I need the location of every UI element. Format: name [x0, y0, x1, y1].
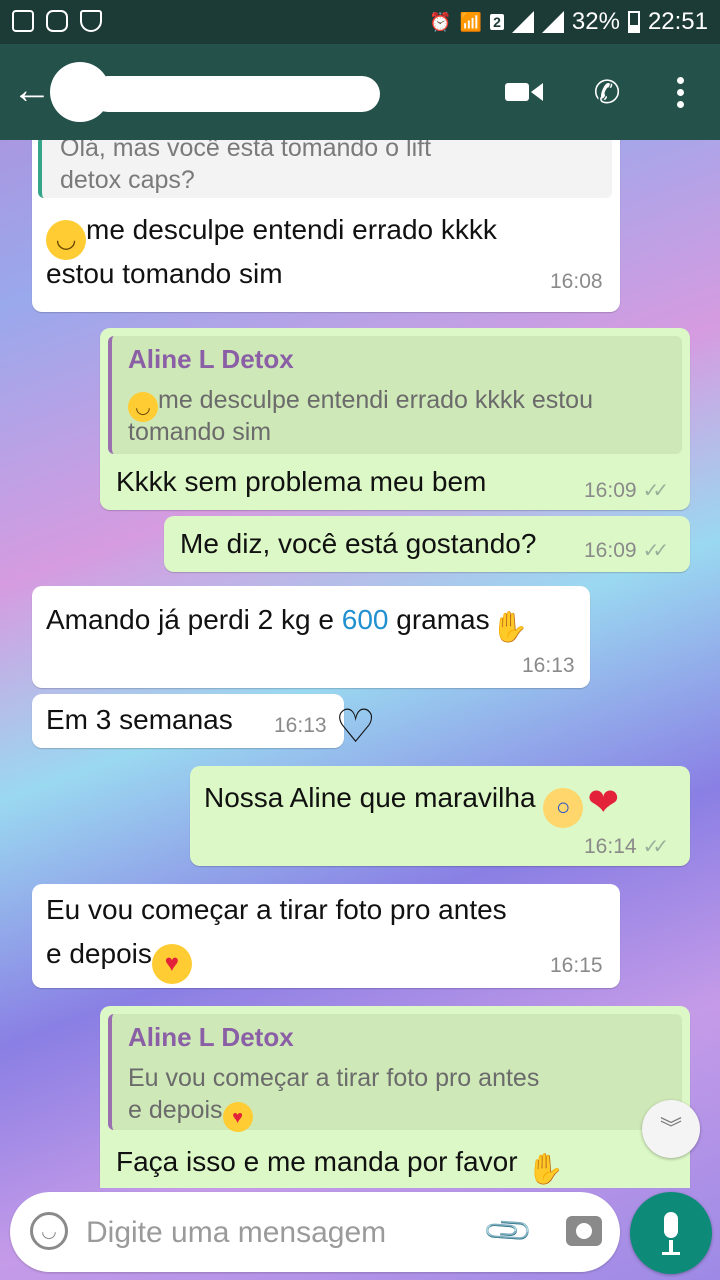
message-bubble-incoming[interactable]: Em 3 semanas 16:13: [32, 694, 344, 748]
wifi-icon: 📶: [459, 11, 483, 32]
redacted-contact[interactable]: [50, 62, 380, 126]
emoji-picker-icon[interactable]: ◡: [30, 1212, 68, 1250]
read-ticks-icon: ✓✓: [642, 836, 669, 858]
battery-percent: 32%: [571, 8, 620, 35]
menu-icon[interactable]: [658, 70, 702, 114]
message-bubble-outgoing[interactable]: Aline L Detox Eu vou começar a tirar fot…: [100, 1006, 690, 1188]
wallpaper-heart-doodle: ♡: [335, 700, 377, 752]
message-text: me desculpe entendi errado kkkk: [86, 214, 497, 245]
message-time: 16:15: [550, 954, 603, 977]
quoted-text-line2: detox caps?: [60, 166, 195, 194]
signal-icon: [511, 11, 534, 33]
status-system-icons: ⏰ 📶 2 32% 22:51: [429, 8, 708, 36]
message-text-part: gramas: [388, 604, 490, 635]
message-bubble-incoming[interactable]: Eu vou começar a tirar foto pro antes e …: [32, 884, 620, 988]
quoted-message[interactable]: Aline L Detox Eu vou começar a tirar fot…: [108, 1014, 682, 1132]
message-number-link[interactable]: 600: [342, 604, 389, 635]
message-bubble-outgoing[interactable]: Me diz, você está gostando? 16:09 ✓✓: [164, 516, 690, 572]
message-time: 16:09 ✓✓: [584, 538, 669, 563]
quoted-text: me desculpe entendi errado kkkk estou: [158, 386, 593, 414]
gallery-notification-icon: [12, 10, 34, 32]
quoted-text-line1: Olá, mas você está tomando o lift: [60, 140, 432, 162]
message-bubble-incoming[interactable]: Amando já perdi 2 kg e 600 gramas 16:13: [32, 586, 590, 688]
scroll-to-bottom-button[interactable]: ︾: [642, 1100, 700, 1158]
instagram-notification-icon: [46, 10, 68, 32]
microphone-icon: [664, 1212, 678, 1238]
message-text: Nossa Aline que maravilha: [204, 776, 623, 828]
message-text-part: Faça isso e me manda por favor: [116, 1146, 526, 1177]
message-text-part: e depois: [46, 938, 152, 969]
voice-call-icon[interactable]: ✆: [585, 70, 629, 114]
quoted-text-line2: e depois: [128, 1094, 253, 1132]
voice-message-mic-button[interactable]: [630, 1192, 712, 1274]
message-time: 16:14 ✓✓: [584, 834, 669, 859]
video-call-icon[interactable]: [502, 70, 546, 114]
message-text-part: Amando já perdi 2 kg e: [46, 604, 342, 635]
message-time: 16:13: [274, 714, 327, 737]
message-text: Kkkk sem problema meu bem: [116, 466, 487, 497]
quoted-message[interactable]: Olá, mas você está tomando o lift detox …: [38, 140, 612, 198]
alarm-icon: ⏰: [429, 11, 452, 32]
signal-icon-2: [541, 11, 564, 33]
message-text-line2: estou tomando sim: [46, 258, 283, 289]
red-heart-emoji-icon: [583, 783, 623, 823]
message-text: Faça isso e me manda por favor: [116, 1140, 565, 1188]
message-time-value: 16:09: [584, 539, 637, 562]
chat-area[interactable]: Olá, mas você está tomando o lift detox …: [0, 140, 720, 1188]
raising-hands-emoji-icon: [490, 608, 530, 648]
status-notification-icons: [12, 10, 102, 32]
quoted-author: Aline L Detox: [128, 1022, 294, 1052]
back-arrow-icon[interactable]: ←: [12, 66, 52, 114]
message-input[interactable]: [84, 1210, 468, 1256]
message-time-value: 16:09: [584, 479, 637, 502]
message-time: 16:08: [550, 270, 603, 293]
screaming-face-emoji-icon: [543, 788, 584, 828]
folded-hands-emoji-icon: [525, 1150, 565, 1188]
quoted-text: e depois: [128, 1096, 223, 1124]
message-time: 16:09 ✓✓: [584, 478, 669, 503]
message-bubble-outgoing[interactable]: Nossa Aline que maravilha 16:14✓✓: [190, 766, 690, 866]
message-text: Em 3 semanas: [46, 704, 233, 735]
message-bubble-outgoing[interactable]: Aline L Detox me desculpe entendi errado…: [100, 328, 690, 510]
message-time-value: 16:14: [584, 835, 637, 858]
heart-eyes-emoji-icon: [222, 1102, 253, 1132]
quoted-message[interactable]: Aline L Detox me desculpe entendi errado…: [108, 336, 682, 454]
quoted-author: Aline L Detox: [128, 344, 294, 374]
chat-header: ← ✆: [0, 44, 720, 140]
message-text-line2: e depois: [46, 932, 192, 984]
shield-notification-icon: [80, 10, 102, 32]
message-text-line1: Eu vou começar a tirar foto pro antes: [46, 894, 507, 925]
message-bubble-incoming[interactable]: Olá, mas você está tomando o lift detox …: [32, 140, 620, 312]
contact-name-redacted[interactable]: [90, 76, 380, 112]
read-ticks-icon: ✓✓: [642, 480, 669, 502]
message-time: 16:13: [522, 654, 575, 677]
quoted-text-line1: Eu vou começar a tirar foto pro antes: [128, 1064, 540, 1092]
sim-badge: 2: [490, 14, 504, 30]
message-text-part: Nossa Aline que maravilha: [204, 782, 544, 813]
message-text: Amando já perdi 2 kg e 600 gramas: [46, 598, 530, 648]
quoted-text-line2: tomando sim: [128, 418, 272, 446]
battery-icon: [627, 11, 640, 33]
status-bar: ⏰ 📶 2 32% 22:51: [0, 0, 720, 44]
read-ticks-icon: ✓✓: [642, 540, 669, 562]
attach-paperclip-icon[interactable]: 📎: [480, 1203, 535, 1258]
message-text: Me diz, você está gostando?: [180, 528, 537, 559]
heart-eyes-emoji-icon: [151, 944, 192, 984]
camera-icon[interactable]: [566, 1216, 602, 1246]
clock: 22:51: [647, 8, 708, 35]
message-input-bar: ◡ 📎: [10, 1192, 620, 1272]
